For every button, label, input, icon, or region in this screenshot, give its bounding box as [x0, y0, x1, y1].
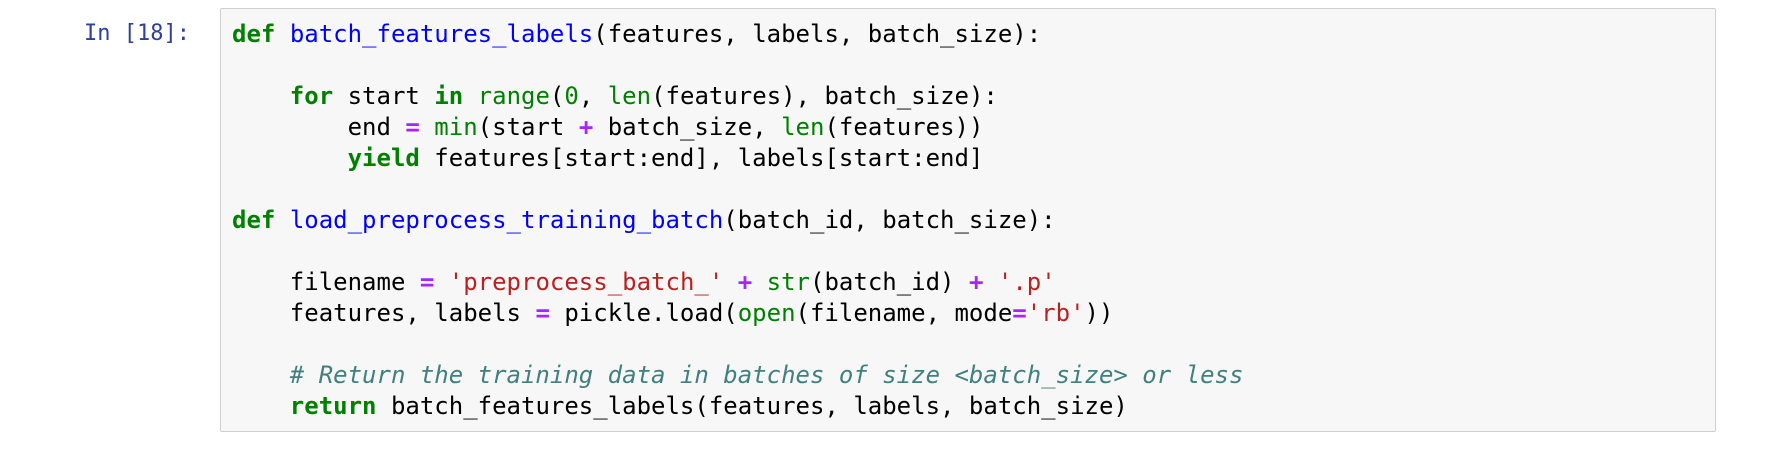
code-line-7: def load_preprocess_training_batch(batch… [232, 205, 1243, 236]
builtin-range: range [477, 82, 550, 110]
string-literal: '.p' [997, 268, 1056, 296]
code-line-4: end = min(start + batch_size, len(featur… [232, 112, 1243, 143]
code-line-5: yield features[start:end], labels[start:… [232, 143, 1243, 174]
code-line-3: for start in range(0, len(features), bat… [232, 81, 1243, 112]
operator-assign: = [1012, 299, 1027, 327]
keyword-def: def [232, 20, 276, 48]
builtin-min: min [434, 113, 478, 141]
code-line-9: filename = 'preprocess_batch_' + str(bat… [232, 267, 1243, 298]
operator-plus: + [578, 113, 594, 141]
code-editor[interactable]: def batch_features_labels(features, labe… [220, 8, 1716, 432]
code-text: ( [549, 82, 565, 110]
code-text: filename [289, 268, 420, 296]
code-block[interactable]: def batch_features_labels(features, labe… [232, 19, 1243, 422]
input-prompt: In [18]: [84, 21, 190, 46]
code-text: end [347, 113, 406, 141]
code-text: features[start:end], labels[start:end] [419, 144, 984, 172]
code-line-13: return batch_features_labels(features, l… [232, 391, 1243, 422]
string-literal: 'preprocess_batch_' [448, 268, 724, 296]
code-text: batch_size, [593, 113, 782, 141]
number-literal: 0 [564, 82, 579, 110]
code-text: )) [1084, 299, 1114, 327]
builtin-len: len [607, 82, 652, 110]
builtin-open: open [737, 299, 796, 327]
keyword-in: in [434, 82, 464, 110]
code-text: batch_features_labels(features, labels, … [376, 392, 1128, 420]
code-text: (batch_id) [810, 268, 969, 296]
keyword-return: return [289, 392, 377, 420]
code-line-1: def batch_features_labels(features, labe… [232, 19, 1243, 50]
function-name: load_preprocess_training_batch [289, 206, 724, 234]
code-comment: # Return the training data in batches of… [289, 361, 1244, 389]
operator-assign: = [419, 268, 435, 296]
code-text: pickle.load( [549, 299, 738, 327]
builtin-str: str [766, 268, 811, 296]
function-name: batch_features_labels [289, 20, 594, 48]
code-text: (filename, mode [795, 299, 1013, 327]
code-line-12: # Return the training data in batches of… [232, 360, 1244, 391]
string-literal: 'rb' [1026, 299, 1085, 327]
keyword-def: def [232, 206, 276, 234]
keyword-for: for [289, 82, 334, 110]
code-line-10: features, labels = pickle.load(open(file… [232, 298, 1243, 329]
operator-plus: + [968, 268, 984, 296]
operator-assign: = [405, 113, 420, 141]
keyword-yield: yield [347, 144, 420, 172]
code-text: (batch_id, batch_size): [723, 206, 1056, 234]
code-text: features, labels [289, 299, 536, 327]
builtin-len: len [781, 113, 825, 141]
code-text: (features), batch_size): [651, 82, 998, 110]
code-text: (features, labels, batch_size): [593, 20, 1042, 48]
notebook-code-cell: In [18]: def batch_features_labels(featu… [0, 0, 1767, 453]
code-text: (start [477, 113, 579, 141]
code-text: , [578, 82, 608, 110]
operator-assign: = [535, 299, 550, 327]
operator-plus: + [737, 268, 753, 296]
code-text: start [333, 82, 435, 110]
code-text: (features)) [824, 113, 984, 141]
